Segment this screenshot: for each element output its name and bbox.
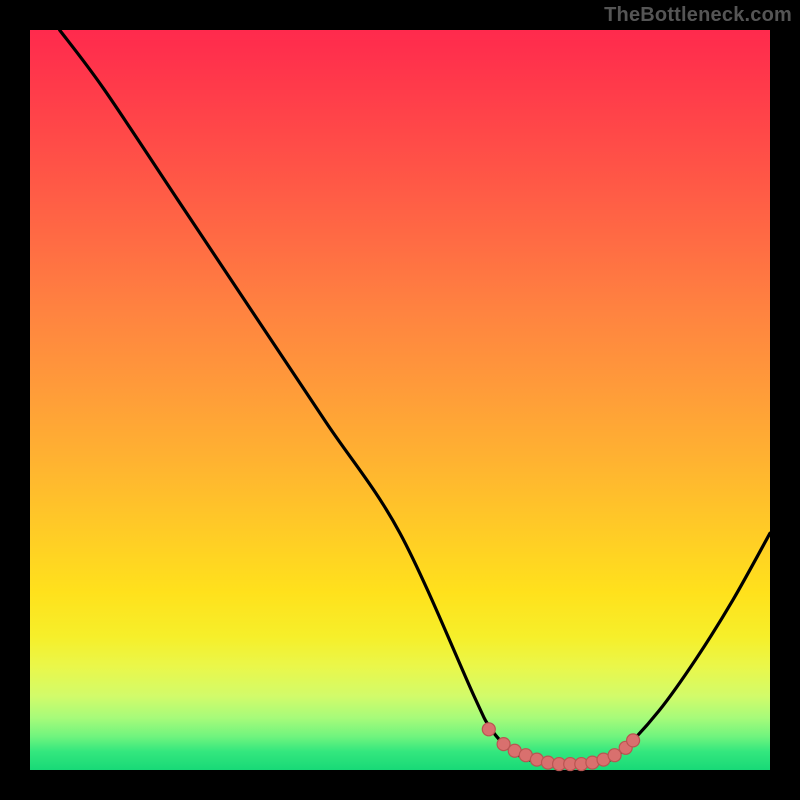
sweet-spot-markers — [482, 723, 632, 771]
watermark-text: TheBottleneck.com — [604, 4, 792, 27]
plot-area — [30, 30, 770, 770]
chart-svg — [30, 30, 770, 770]
chart-frame: TheBottleneck.com — [0, 0, 800, 800]
sweet-spot-marker — [482, 723, 495, 736]
sweet-spot-marker — [608, 749, 621, 762]
extra-marker — [627, 734, 640, 747]
bottleneck-curve — [60, 30, 770, 765]
